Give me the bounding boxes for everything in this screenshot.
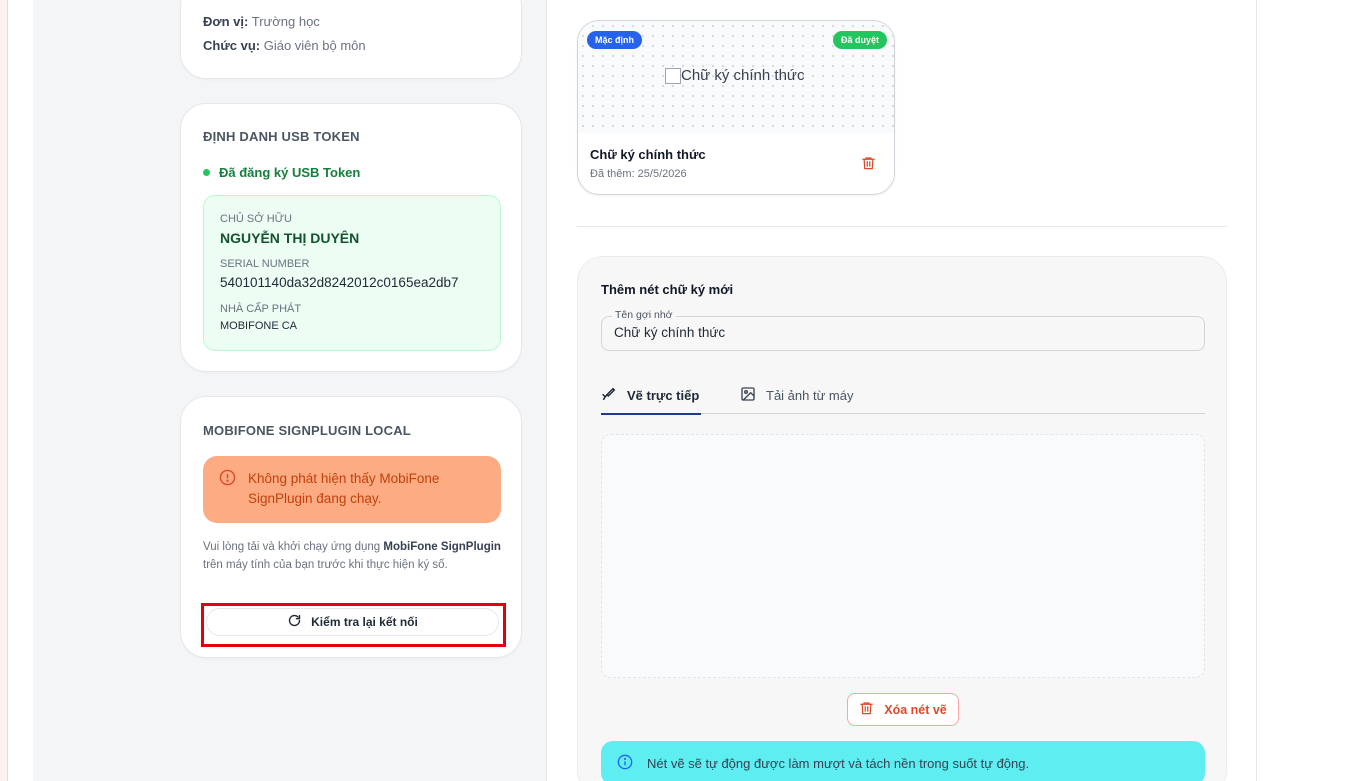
desc-prefix: Vui lòng tải và khởi chạy ứng dụng xyxy=(203,541,384,553)
serial-label: SERIAL NUMBER xyxy=(220,258,310,270)
unit-line: Đơn vị: Trường học xyxy=(203,14,320,29)
desc-app-name: MobiFone SignPlugin xyxy=(383,541,501,553)
left-edge-strip xyxy=(0,0,8,781)
recheck-label: Kiểm tra lại kết nối xyxy=(311,615,418,629)
position-label: Chức vụ: xyxy=(203,38,261,53)
new-signature-title: Thêm nét chữ ký mới xyxy=(601,282,734,297)
info-text: Nét vẽ sẽ tự động được làm mượt và tách … xyxy=(647,755,1030,771)
tab-upload[interactable]: Tải ảnh từ máy xyxy=(740,377,853,414)
issuer-label: NHÀ CẤP PHÁT xyxy=(220,303,302,315)
signature-card[interactable]: Mặc định Đã duyệt Chữ ký chính thức Chữ … xyxy=(577,20,895,195)
new-signature-panel: Thêm nét chữ ký mới Tên gợi nhớ Vẽ trực … xyxy=(577,256,1227,781)
status-dot-icon xyxy=(203,169,210,176)
signature-date: Đã thêm: 25/5/2026 xyxy=(590,168,687,180)
signature-draw-canvas[interactable] xyxy=(601,434,1205,678)
owner-value: NGUYỄN THỊ DUYÊN xyxy=(220,230,360,246)
trash-icon xyxy=(859,700,884,719)
token-details: CHỦ SỞ HỮU NGUYỄN THỊ DUYÊN SERIAL NUMBE… xyxy=(203,195,501,351)
pen-icon xyxy=(601,386,627,405)
info-icon xyxy=(601,754,647,773)
profile-card: Đơn vị: Trường học Chức vụ: Giáo viên bộ… xyxy=(180,0,522,79)
usb-token-card: ĐỊNH DANH USB TOKEN Đã đăng ký USB Token… xyxy=(180,103,522,372)
signature-image: Chữ ký chính thức xyxy=(665,67,804,84)
signature-name-label: Tên gợi nhớ xyxy=(612,309,676,321)
signplugin-description: Vui lòng tải và khởi chạy ứng dụng MobiF… xyxy=(203,538,501,574)
owner-label: CHỦ SỞ HỮU xyxy=(220,213,292,225)
serial-value: 540101140da32d8242012c0165ea2db7 xyxy=(220,275,459,290)
unit-value: Trường học xyxy=(251,14,320,29)
signplugin-title: MOBIFONE SIGNPLUGIN LOCAL xyxy=(203,423,411,438)
tab-draw[interactable]: Vẽ trực tiếp xyxy=(601,377,702,415)
issuer-value: MOBIFONE CA xyxy=(220,320,298,332)
tab-upload-label: Tải ảnh từ máy xyxy=(766,388,854,403)
delete-signature-button[interactable] xyxy=(861,155,876,176)
alert-circle-icon xyxy=(219,469,236,491)
signplugin-warning: Không phát hiện thấy MobiFone SignPlugin… xyxy=(203,456,501,523)
usb-token-title: ĐỊNH DANH USB TOKEN xyxy=(203,129,360,144)
recheck-connection-button[interactable]: Kiểm tra lại kết nối xyxy=(206,608,499,636)
signature-name: Chữ ký chính thức xyxy=(590,147,706,162)
tab-draw-label: Vẽ trực tiếp xyxy=(627,388,700,403)
broken-image-icon xyxy=(665,67,681,84)
default-badge: Mặc định xyxy=(587,31,643,49)
section-divider xyxy=(577,226,1227,227)
signature-image-alt: Chữ ký chính thức xyxy=(681,67,805,84)
image-icon xyxy=(740,386,766,405)
signature-tabs: Vẽ trực tiếp Tải ảnh từ máy xyxy=(601,377,1205,415)
approved-badge: Đã duyệt xyxy=(832,31,887,49)
unit-label: Đơn vị: xyxy=(203,14,249,29)
clear-strokes-label: Xóa nét vẽ xyxy=(884,702,947,717)
signature-name-field: Tên gợi nhớ xyxy=(601,309,1205,351)
desc-suffix: trên máy tính của bạn trước khi thực hiệ… xyxy=(203,559,448,571)
usb-token-status-text: Đã đăng ký USB Token xyxy=(219,165,361,180)
trash-icon xyxy=(862,157,875,170)
signature-name-input[interactable] xyxy=(614,325,1184,340)
info-banner: Nét vẽ sẽ tự động được làm mượt và tách … xyxy=(601,741,1205,781)
signature-preview: Mặc định Đã duyệt Chữ ký chính thức xyxy=(578,21,894,133)
refresh-icon xyxy=(287,613,311,631)
position-value: Giáo viên bộ môn xyxy=(263,38,366,53)
usb-token-status: Đã đăng ký USB Token xyxy=(203,165,360,180)
signplugin-warning-text: Không phát hiện thấy MobiFone SignPlugin… xyxy=(248,471,440,506)
clear-strokes-button[interactable]: Xóa nét vẽ xyxy=(847,693,959,726)
position-line: Chức vụ: Giáo viên bộ môn xyxy=(203,38,366,53)
